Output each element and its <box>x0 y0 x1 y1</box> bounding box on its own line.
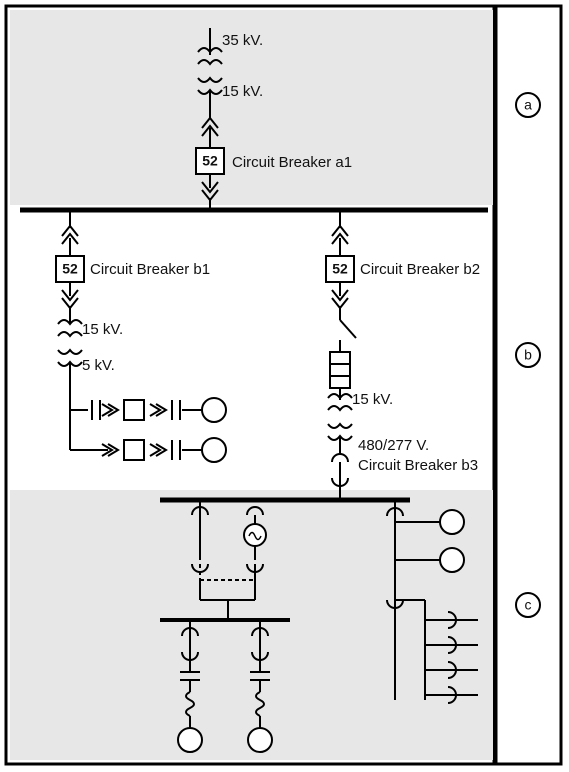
voltage-480v-label: 480/277 V. <box>358 437 429 454</box>
fuse-block-icon <box>330 352 350 388</box>
voltage-35kv-label: 35 kV. <box>222 32 263 49</box>
transformer-icon <box>58 320 82 366</box>
breaker-a1-code: 52 <box>202 153 218 169</box>
breaker-b1-code: 52 <box>62 261 78 277</box>
load-circle-icon <box>440 548 464 572</box>
load-circle-icon <box>202 398 226 422</box>
motor-row-2 <box>70 438 226 462</box>
zone-b: 52 Circuit Breaker b1 15 kV. 5 kV. <box>56 210 480 500</box>
breaker-b2-code: 52 <box>332 261 348 277</box>
breaker-b3-label: Circuit Breaker b3 <box>358 457 478 474</box>
zone-a-badge: a <box>516 93 540 117</box>
zone-c-letter: c <box>525 597 532 613</box>
zone-b-letter: b <box>524 347 532 363</box>
breaker-a1-label: Circuit Breaker a1 <box>232 154 352 171</box>
breaker-b2-label: Circuit Breaker b2 <box>360 261 480 278</box>
feeder-b2: 52 Circuit Breaker b2 15 kV. 480/277 V. … <box>326 210 480 500</box>
load-circle-icon <box>178 728 202 752</box>
zone-c-badge: c <box>516 593 540 617</box>
zone-b-badge: b <box>516 343 540 367</box>
load-circle-icon <box>202 438 226 462</box>
transformer-icon <box>328 394 352 440</box>
load-circle-icon <box>440 510 464 534</box>
voltage-5kv-label: 5 kV. <box>82 357 115 374</box>
breaker-b1-label: Circuit Breaker b1 <box>90 261 210 278</box>
zone-a-letter: a <box>524 97 532 113</box>
motor-row-1 <box>70 398 226 422</box>
voltage-15kv-label-b2: 15 kV. <box>352 391 393 408</box>
switch-icon <box>340 320 356 338</box>
voltage-15kv-label-b1: 15 kV. <box>82 321 123 338</box>
feeder-b1: 52 Circuit Breaker b1 15 kV. 5 kV. <box>56 210 226 462</box>
load-circle-icon <box>248 728 272 752</box>
voltage-15kv-label-a: 15 kV. <box>222 83 263 100</box>
